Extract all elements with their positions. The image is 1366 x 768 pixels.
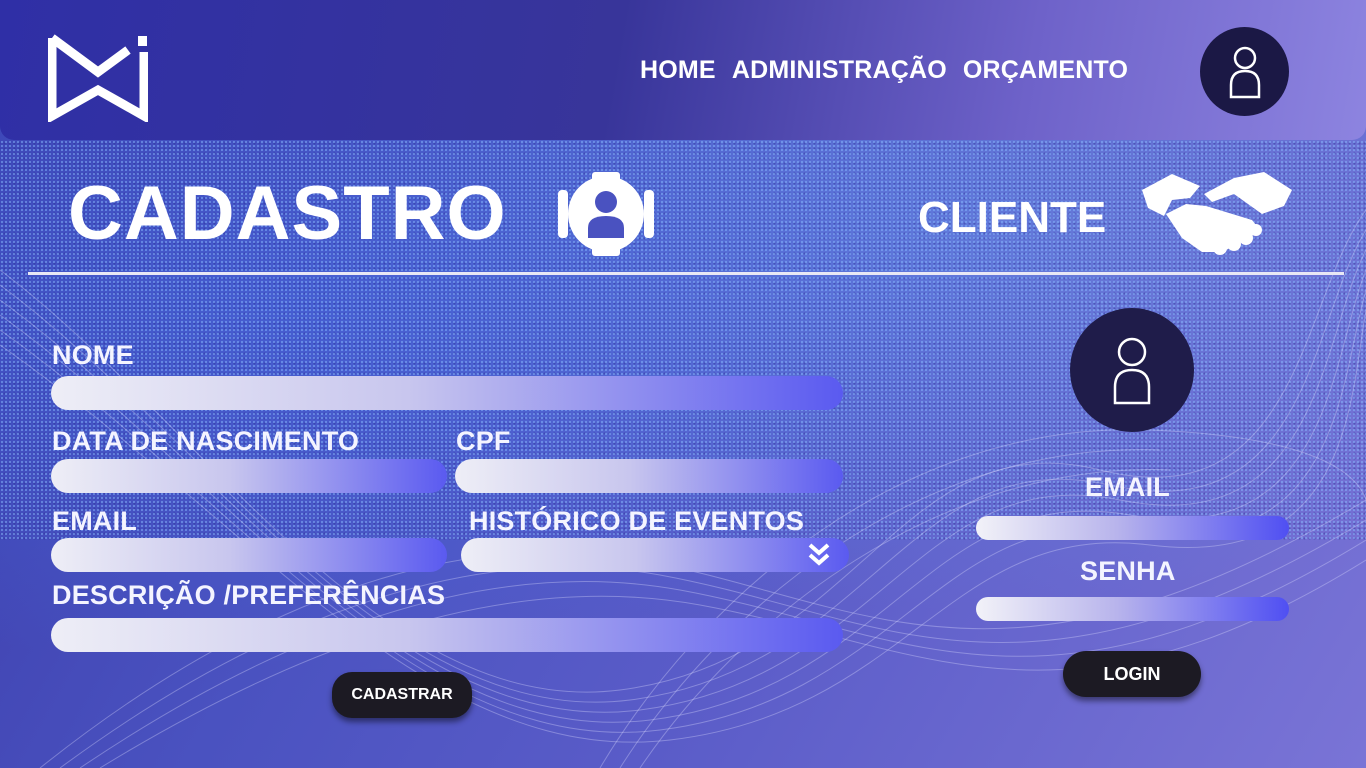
historico-eventos-label: HISTÓRICO DE EVENTOS bbox=[469, 506, 805, 536]
user-icon bbox=[1113, 337, 1151, 405]
nav-home[interactable]: HOME bbox=[640, 56, 716, 85]
handshake-icon bbox=[1142, 172, 1292, 255]
login-avatar bbox=[1070, 308, 1194, 432]
section-divider bbox=[28, 272, 1344, 275]
user-gear-icon bbox=[558, 172, 654, 256]
email-label: EMAIL bbox=[52, 506, 137, 536]
top-header: HOME ADMINISTRAÇÃO ORÇAMENTO bbox=[0, 0, 1366, 140]
cpf-input[interactable] bbox=[455, 459, 843, 493]
descricao-preferencias-input[interactable] bbox=[51, 618, 843, 652]
cadastrar-button[interactable]: CADASTRAR bbox=[332, 672, 472, 718]
user-icon bbox=[1229, 46, 1260, 98]
double-chevron-down-icon[interactable] bbox=[807, 542, 831, 568]
login-senha-label: SENHA bbox=[1080, 556, 1176, 586]
brand-logo-icon[interactable] bbox=[48, 32, 148, 122]
nome-input[interactable] bbox=[51, 376, 843, 410]
profile-avatar-button[interactable] bbox=[1200, 27, 1289, 116]
data-nascimento-label: DATA DE NASCIMENTO bbox=[52, 426, 360, 456]
main-nav: HOME ADMINISTRAÇÃO ORÇAMENTO bbox=[640, 56, 1128, 85]
login-email-input[interactable] bbox=[976, 516, 1289, 540]
login-senha-input[interactable] bbox=[976, 597, 1289, 621]
page-title: CADASTRO bbox=[68, 171, 507, 256]
nav-administracao[interactable]: ADMINISTRAÇÃO bbox=[732, 56, 947, 85]
nome-label: NOME bbox=[52, 340, 134, 370]
historico-eventos-select[interactable] bbox=[461, 538, 849, 572]
historico-eventos-value[interactable] bbox=[461, 538, 849, 572]
page-subtitle: CLIENTE bbox=[918, 193, 1107, 242]
cpf-label: CPF bbox=[456, 426, 511, 456]
login-button[interactable]: LOGIN bbox=[1063, 651, 1201, 697]
descricao-preferencias-label: DESCRIÇÃO /PREFERÊNCIAS bbox=[52, 580, 446, 610]
data-nascimento-input[interactable] bbox=[51, 459, 447, 493]
email-input[interactable] bbox=[51, 538, 447, 572]
login-email-label: EMAIL bbox=[1085, 472, 1170, 502]
nav-orcamento[interactable]: ORÇAMENTO bbox=[963, 56, 1128, 85]
